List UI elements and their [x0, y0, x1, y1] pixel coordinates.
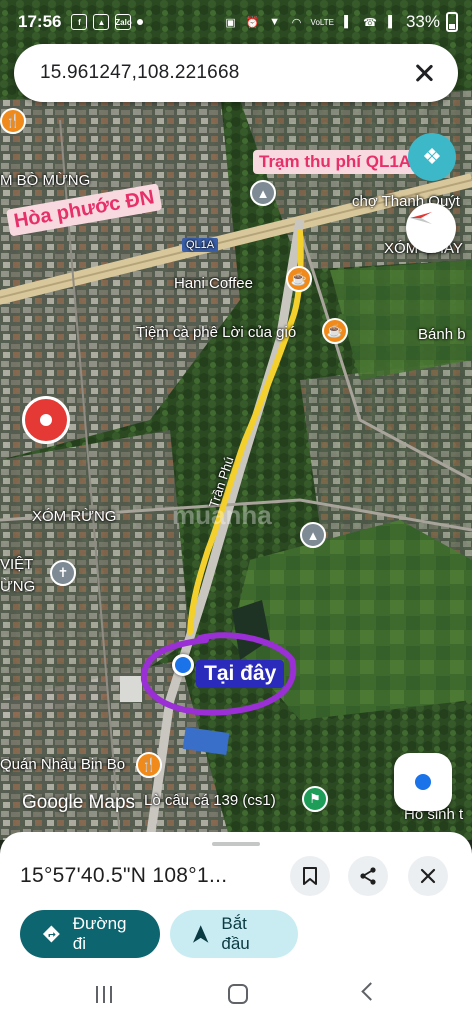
clock: 17:56 — [18, 12, 62, 31]
save-button[interactable] — [290, 856, 330, 896]
drag-handle[interactable] — [212, 842, 260, 846]
place-label: Bánh b — [418, 326, 466, 343]
navigation-arrow-icon — [192, 925, 209, 943]
here-label: Tại đây — [196, 660, 285, 688]
start-label: Bắt đầu — [221, 914, 250, 953]
facebook-icon: f — [71, 14, 88, 30]
recent-apps-icon[interactable] — [96, 986, 112, 1003]
close-sheet-button[interactable] — [408, 856, 448, 896]
landmark-icon[interactable]: ▲ — [300, 522, 326, 548]
location-pin-icon[interactable] — [22, 396, 70, 444]
layers-icon[interactable]: ❖ — [408, 133, 456, 181]
battery-percent: 33% — [405, 12, 440, 31]
restaurant-icon[interactable]: 🍴 — [0, 108, 26, 134]
search-input[interactable]: 15.961247,108.221668 — [40, 62, 410, 84]
place-label: Tiệm cà phê Lời của gió — [136, 324, 297, 341]
fishing-icon[interactable]: ⚑ — [302, 786, 328, 812]
map-imagery — [0, 0, 472, 840]
alarm-icon: ⏰ — [245, 16, 260, 29]
coordinates-title: 15°57'40.5"N 108°1... — [20, 864, 228, 887]
directions-label: Đường đi — [72, 914, 127, 953]
restaurant-icon[interactable]: 🍴 — [136, 752, 162, 778]
place-label: M BÒ MỪNG — [0, 172, 91, 189]
start-button[interactable]: Bắt đầu — [170, 910, 298, 958]
home-icon[interactable] — [228, 984, 248, 1004]
directions-icon — [42, 925, 60, 943]
highway-shield: QL1A — [182, 238, 219, 252]
share-icon — [360, 867, 376, 885]
status-bar: 17:56 f ▲ Zalo ▣ ⏰ ▼ ◠ VoLTE ▌ ☎ ▌ 33% — [0, 0, 472, 44]
dropped-pin-dot — [172, 654, 194, 676]
signal-icon: ▌ — [344, 16, 352, 28]
place-label: ỪNG — [0, 578, 36, 595]
place-label: XÓM RỪNG — [32, 508, 117, 525]
place-label: Hani Coffee — [174, 275, 253, 292]
my-location-icon — [415, 774, 431, 790]
church-icon[interactable]: ✝ — [50, 560, 76, 586]
toll-station-label: Trạm thu phí QL1A — [253, 150, 418, 174]
location-icon: ▼ — [269, 16, 280, 28]
compass-icon[interactable] — [406, 203, 456, 253]
landmark-icon[interactable]: ▲ — [250, 180, 276, 206]
battery-icon — [446, 12, 458, 32]
call-icon: ☎ — [363, 16, 377, 29]
network-label: VoLTE — [310, 17, 334, 27]
satellite-map[interactable]: muanha Trạm thu phí QL1A Hòa phước ĐN M … — [0, 0, 472, 840]
cafe-icon[interactable]: ☕ — [322, 318, 348, 344]
dot-icon — [137, 19, 144, 25]
place-label: VIỆT — [0, 556, 34, 573]
zalo-icon: Zalo — [115, 14, 132, 30]
share-button[interactable] — [348, 856, 388, 896]
search-bar[interactable]: 15.961247,108.221668 — [14, 44, 458, 102]
gallery-icon: ▲ — [93, 14, 110, 30]
cafe-icon[interactable]: ☕ — [286, 266, 312, 292]
signal-icon: ▌ — [388, 16, 396, 28]
bookmark-icon — [303, 867, 317, 885]
system-nav-bar — [0, 968, 472, 1024]
google-maps-logo: Google Maps — [22, 792, 136, 813]
place-label: Quán Nhậu Bin Bo — [0, 756, 126, 773]
wifi-icon: ◠ — [291, 16, 302, 29]
back-icon[interactable] — [361, 982, 380, 1001]
lock-icon: ▣ — [225, 16, 236, 29]
place-label: Lò câu cá 139 (cs1) — [144, 792, 276, 809]
close-icon — [420, 868, 436, 884]
directions-button[interactable]: Đường đi — [20, 910, 160, 958]
my-location-button[interactable] — [394, 753, 452, 811]
close-icon[interactable] — [410, 59, 438, 87]
